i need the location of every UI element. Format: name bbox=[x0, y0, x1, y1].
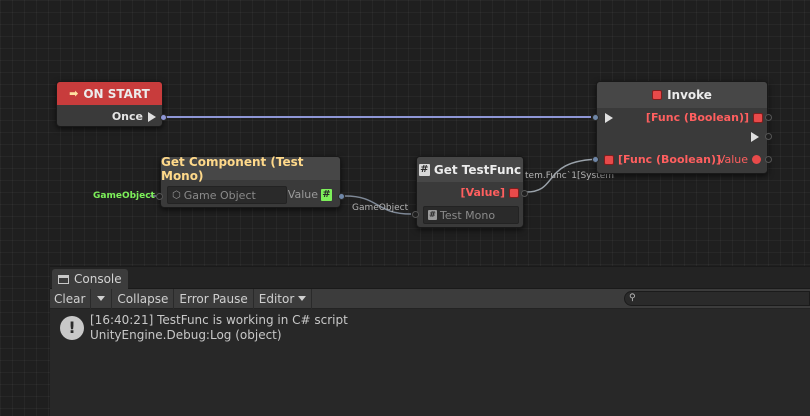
log-entry[interactable]: ! [16:40:21] TestFunc is working in C# s… bbox=[50, 309, 810, 349]
test-mono-field[interactable]: # Test Mono bbox=[423, 206, 519, 224]
hash-icon: # bbox=[418, 163, 430, 176]
func-type-icon bbox=[753, 112, 763, 123]
invoke-value-label: Value bbox=[717, 153, 748, 166]
warning-icon: ! bbox=[60, 316, 84, 340]
clear-button[interactable]: Clear bbox=[50, 288, 92, 309]
tab-console[interactable]: Console bbox=[52, 269, 128, 289]
invoke-title: Invoke bbox=[667, 88, 712, 102]
get-component-header: Get Component (Test Mono) bbox=[161, 154, 340, 183]
hash-icon: # bbox=[321, 188, 332, 201]
game-object-placeholder: Game Object bbox=[183, 188, 256, 202]
invoke-node[interactable]: Invoke [Func (Boolean)] [Func (Boolean)]… bbox=[592, 81, 772, 174]
search-icon: ⚲ bbox=[629, 293, 636, 303]
bool-value-icon bbox=[752, 155, 761, 164]
cube-icon: ⬡ bbox=[172, 189, 181, 201]
get-testfunc-output-label: [Value] bbox=[460, 186, 505, 199]
invoke-param-in-port[interactable] bbox=[592, 156, 599, 163]
hand-icon: ➡ bbox=[69, 87, 79, 100]
editor-label: Editor bbox=[258, 291, 295, 306]
game-object-field[interactable]: ⬡ Game Object bbox=[167, 186, 287, 204]
log-line-1: [16:40:21] TestFunc is working in C# scr… bbox=[90, 313, 348, 327]
console-tab-label: Console bbox=[74, 272, 122, 286]
get-testfunc-in-port[interactable] bbox=[412, 211, 419, 218]
get-component-title: Get Component (Test Mono) bbox=[161, 154, 304, 183]
get-testfunc-out-port[interactable] bbox=[521, 190, 528, 197]
log-line-2: UnityEngine.Debug:Log (object) bbox=[90, 328, 282, 342]
get-component-node[interactable]: Get Component (Test Mono) ⬡ Game Object … bbox=[156, 154, 345, 208]
func-type-icon bbox=[652, 90, 663, 100]
invoke-header: Invoke bbox=[597, 82, 767, 108]
flow-out-icon bbox=[751, 132, 759, 142]
once-label: Once bbox=[111, 110, 143, 123]
gameobject-input-label: GameObject bbox=[93, 191, 155, 201]
console-toolbar: Clear Collapse Error Pause Editor ⚲ bbox=[50, 288, 810, 309]
on-start-node[interactable]: ➡ ON START Once bbox=[56, 81, 167, 127]
gameobject-link-label: GameObject bbox=[352, 203, 409, 213]
hash-icon: # bbox=[428, 210, 437, 220]
error-pause-button[interactable]: Error Pause bbox=[174, 288, 254, 309]
on-start-flow-port[interactable] bbox=[160, 114, 167, 121]
invoke-value-out-port[interactable] bbox=[765, 156, 772, 163]
get-component-value-row: Value # bbox=[288, 188, 332, 201]
on-start-header: ➡ ON START bbox=[57, 82, 162, 105]
get-testfunc-output-row: [Value] bbox=[461, 186, 519, 199]
invoke-param-label: [Func (Boolean)] bbox=[618, 153, 722, 166]
invoke-func-out-port[interactable] bbox=[765, 114, 772, 121]
flow-in-icon bbox=[605, 113, 613, 123]
invoke-input-label: [Func (Boolean)] bbox=[645, 111, 749, 124]
on-start-out-row: Once bbox=[112, 110, 156, 123]
invoke-param-row: [Func (Boolean)] bbox=[604, 153, 721, 166]
console-search-input[interactable]: ⚲ bbox=[624, 291, 810, 306]
get-testfunc-header: # Get TestFunc bbox=[417, 157, 523, 182]
get-component-value-label: Value bbox=[287, 188, 318, 201]
get-component-in-port[interactable] bbox=[156, 193, 163, 200]
invoke-flow-out-port[interactable] bbox=[765, 133, 772, 140]
clear-options-dropdown[interactable] bbox=[91, 288, 113, 309]
func-type-icon bbox=[509, 187, 519, 198]
console-panel: Console Clear Collapse Error Pause Edito… bbox=[50, 266, 810, 416]
chevron-down-icon bbox=[298, 296, 307, 301]
func-type-icon bbox=[604, 154, 614, 165]
test-mono-placeholder: Test Mono bbox=[440, 208, 496, 222]
console-tabbar: Console bbox=[50, 267, 810, 289]
flow-out-icon bbox=[148, 111, 156, 122]
collapse-button[interactable]: Collapse bbox=[112, 288, 175, 309]
invoke-value-row: Value bbox=[718, 153, 761, 166]
console-icon bbox=[58, 274, 69, 284]
on-start-title: ON START bbox=[83, 86, 150, 101]
invoke-flow-in-port[interactable] bbox=[592, 114, 599, 121]
get-testfunc-title: Get TestFunc bbox=[433, 162, 522, 177]
invoke-input-row: [Func (Boolean)] bbox=[646, 111, 763, 124]
get-testfunc-node[interactable]: # Get TestFunc [Value] # Test Mono bbox=[412, 156, 528, 228]
editor-dropdown[interactable]: Editor bbox=[254, 288, 313, 309]
get-component-out-port[interactable] bbox=[338, 193, 345, 200]
chevron-down-icon bbox=[97, 296, 106, 301]
